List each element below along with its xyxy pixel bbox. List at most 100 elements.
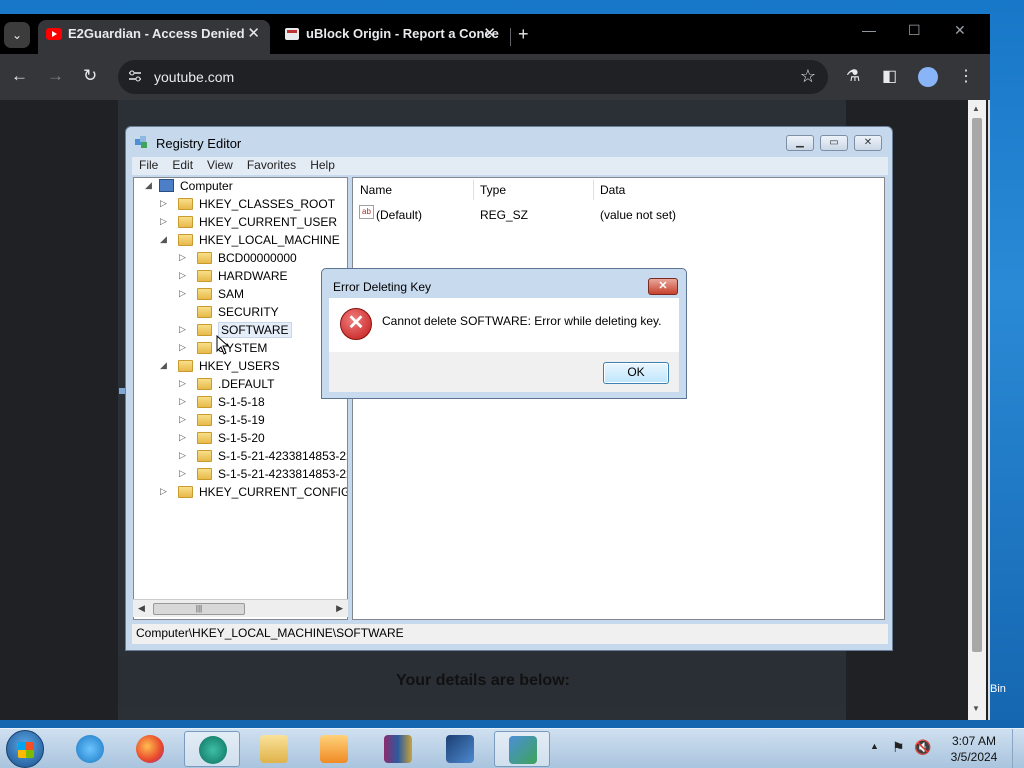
scroll-thumb[interactable] [972,118,982,652]
collapse-icon[interactable]: ◢ [145,180,152,191]
volume-muted-icon[interactable]: 🔇 [914,739,931,756]
menu-view[interactable]: View [200,157,240,173]
tab-e2guardian[interactable]: E2Guardian - Access Denied ✕ [38,20,270,54]
expand-icon[interactable]: ▷ [179,342,186,353]
menu-file[interactable]: File [132,157,165,173]
media-player-icon [320,735,348,763]
scroll-right-icon[interactable]: ▶ [336,603,343,614]
back-icon[interactable]: ← [11,66,28,86]
window-title: Registry Editor [156,136,242,151]
system-clock[interactable]: 3:07 AM 3/5/2024 [944,733,1004,765]
expand-icon[interactable]: ▷ [179,324,186,335]
tree-label: S-1-5-21-4233814853-226 [218,449,348,463]
collapse-icon[interactable]: ◢ [160,360,167,371]
key-tree[interactable]: ◢ Computer ▷ HKEY_CLASSES_ROOT ▷ HKEY_CURRE… [133,177,348,620]
start-button[interactable] [6,730,44,768]
tree-label: HARDWARE [218,269,288,283]
close-button[interactable]: ✕ [854,135,882,151]
site-info-icon[interactable] [128,69,142,83]
show-hidden-icons[interactable]: ▲ [870,741,879,751]
scroll-up-icon[interactable]: ▲ [972,104,980,113]
taskbar-media[interactable] [306,731,362,767]
expand-icon[interactable]: ▷ [179,432,186,443]
expand-icon[interactable]: ▷ [160,486,167,497]
taskbar-ie[interactable] [62,731,118,767]
winrar-icon [384,735,412,763]
dialog-message: Cannot delete SOFTWARE: Error while dele… [382,314,662,328]
menu-bar: File Edit View Favorites Help [132,157,888,175]
error-dialog: Error Deleting Key ✕ ✕ Cannot delete SOF… [321,268,687,399]
expand-icon[interactable]: ▷ [179,252,186,263]
taskbar-firefox[interactable] [122,731,178,767]
column-type[interactable]: Type [480,180,506,200]
tab-search-button[interactable]: ⌄ [4,22,30,48]
maximize-button[interactable]: ▭ [820,135,848,151]
bookmark-star-icon[interactable]: ☆ [800,66,816,87]
expand-icon[interactable]: ▷ [179,288,186,299]
scroll-left-icon[interactable]: ◀ [138,603,145,614]
close-tab-icon[interactable]: ✕ [483,20,496,48]
expand-icon[interactable]: ▷ [179,468,186,479]
folder-icon [197,414,212,426]
status-bar: Computer\HKEY_LOCAL_MACHINE\SOFTWARE [132,624,888,644]
taskbar-winrar[interactable] [370,731,426,767]
folder-icon [197,252,212,264]
menu-help[interactable]: Help [303,157,342,173]
ublock-icon [285,28,299,40]
expand-icon[interactable]: ▷ [179,378,186,389]
hscroll-thumb[interactable]: ||| [153,603,245,615]
scroll-down-icon[interactable]: ▼ [972,704,980,713]
expand-icon[interactable]: ▷ [179,396,186,407]
taskbar-explorer[interactable] [246,731,302,767]
tree-label: S-1-5-18 [218,395,265,409]
column-data[interactable]: Data [600,180,625,200]
expand-icon[interactable]: ▷ [160,198,167,209]
app-icon [446,735,474,763]
url-text: youtube.com [154,69,235,85]
forward-icon[interactable]: → [47,66,64,86]
action-center-flag-icon[interactable]: ⚑ [892,739,905,756]
taskbar-chat[interactable] [184,731,240,767]
expand-icon[interactable]: ▷ [179,414,186,425]
firefox-icon [136,735,164,763]
expand-icon[interactable]: ▷ [179,270,186,281]
folder-icon [178,234,193,246]
page-scrollbar[interactable]: ▲ ▼ [968,100,986,720]
tab-separator [510,28,511,46]
expand-icon[interactable]: ▷ [160,216,167,227]
new-tab-icon[interactable]: + [518,24,529,45]
tree-hscrollbar[interactable]: ◀ ||| ▶ [133,599,348,617]
folder-icon [197,288,212,300]
profile-avatar-icon[interactable] [918,67,938,87]
taskbar-app[interactable] [432,731,488,767]
folder-icon [197,378,212,390]
close-window-icon[interactable]: ✕ [954,22,966,39]
dialog-title: Error Deleting Key [333,280,432,294]
menu-edit[interactable]: Edit [165,157,200,173]
ok-button[interactable]: OK [603,362,669,384]
column-separator[interactable] [593,180,594,200]
recycle-bin-label[interactable]: Bin [990,683,1006,695]
column-name[interactable]: Name [360,180,392,200]
computer-icon [159,179,174,192]
menu-favorites[interactable]: Favorites [240,157,303,173]
tab-strip: ⌄ E2Guardian - Access Denied ✕ uBlock Or… [0,14,990,54]
labs-icon[interactable]: ⚗ [846,66,860,86]
menu-kebab-icon[interactable]: ⋮ [958,66,974,86]
value-name[interactable]: (Default) [376,208,422,222]
tree-label: S-1-5-21-4233814853-226 [218,467,348,481]
minimize-button[interactable]: ▁ [786,135,814,151]
dialog-close-button[interactable]: ✕ [648,278,678,295]
collapse-icon[interactable]: ◢ [160,234,167,245]
side-panel-icon[interactable]: ◧ [882,66,897,86]
close-tab-icon[interactable]: ✕ [247,20,260,48]
expand-icon[interactable]: ▷ [179,450,186,461]
column-separator[interactable] [473,180,474,200]
reload-icon[interactable]: ↻ [83,66,97,86]
maximize-icon[interactable]: ☐ [908,22,921,39]
address-bar[interactable]: youtube.com ☆ [118,60,828,94]
tab-ublock[interactable]: uBlock Origin - Report a Conce ✕ [276,20,506,54]
taskbar-regedit[interactable] [494,731,550,767]
minimize-icon[interactable]: — [862,22,876,38]
show-desktop-button[interactable] [1012,729,1024,768]
